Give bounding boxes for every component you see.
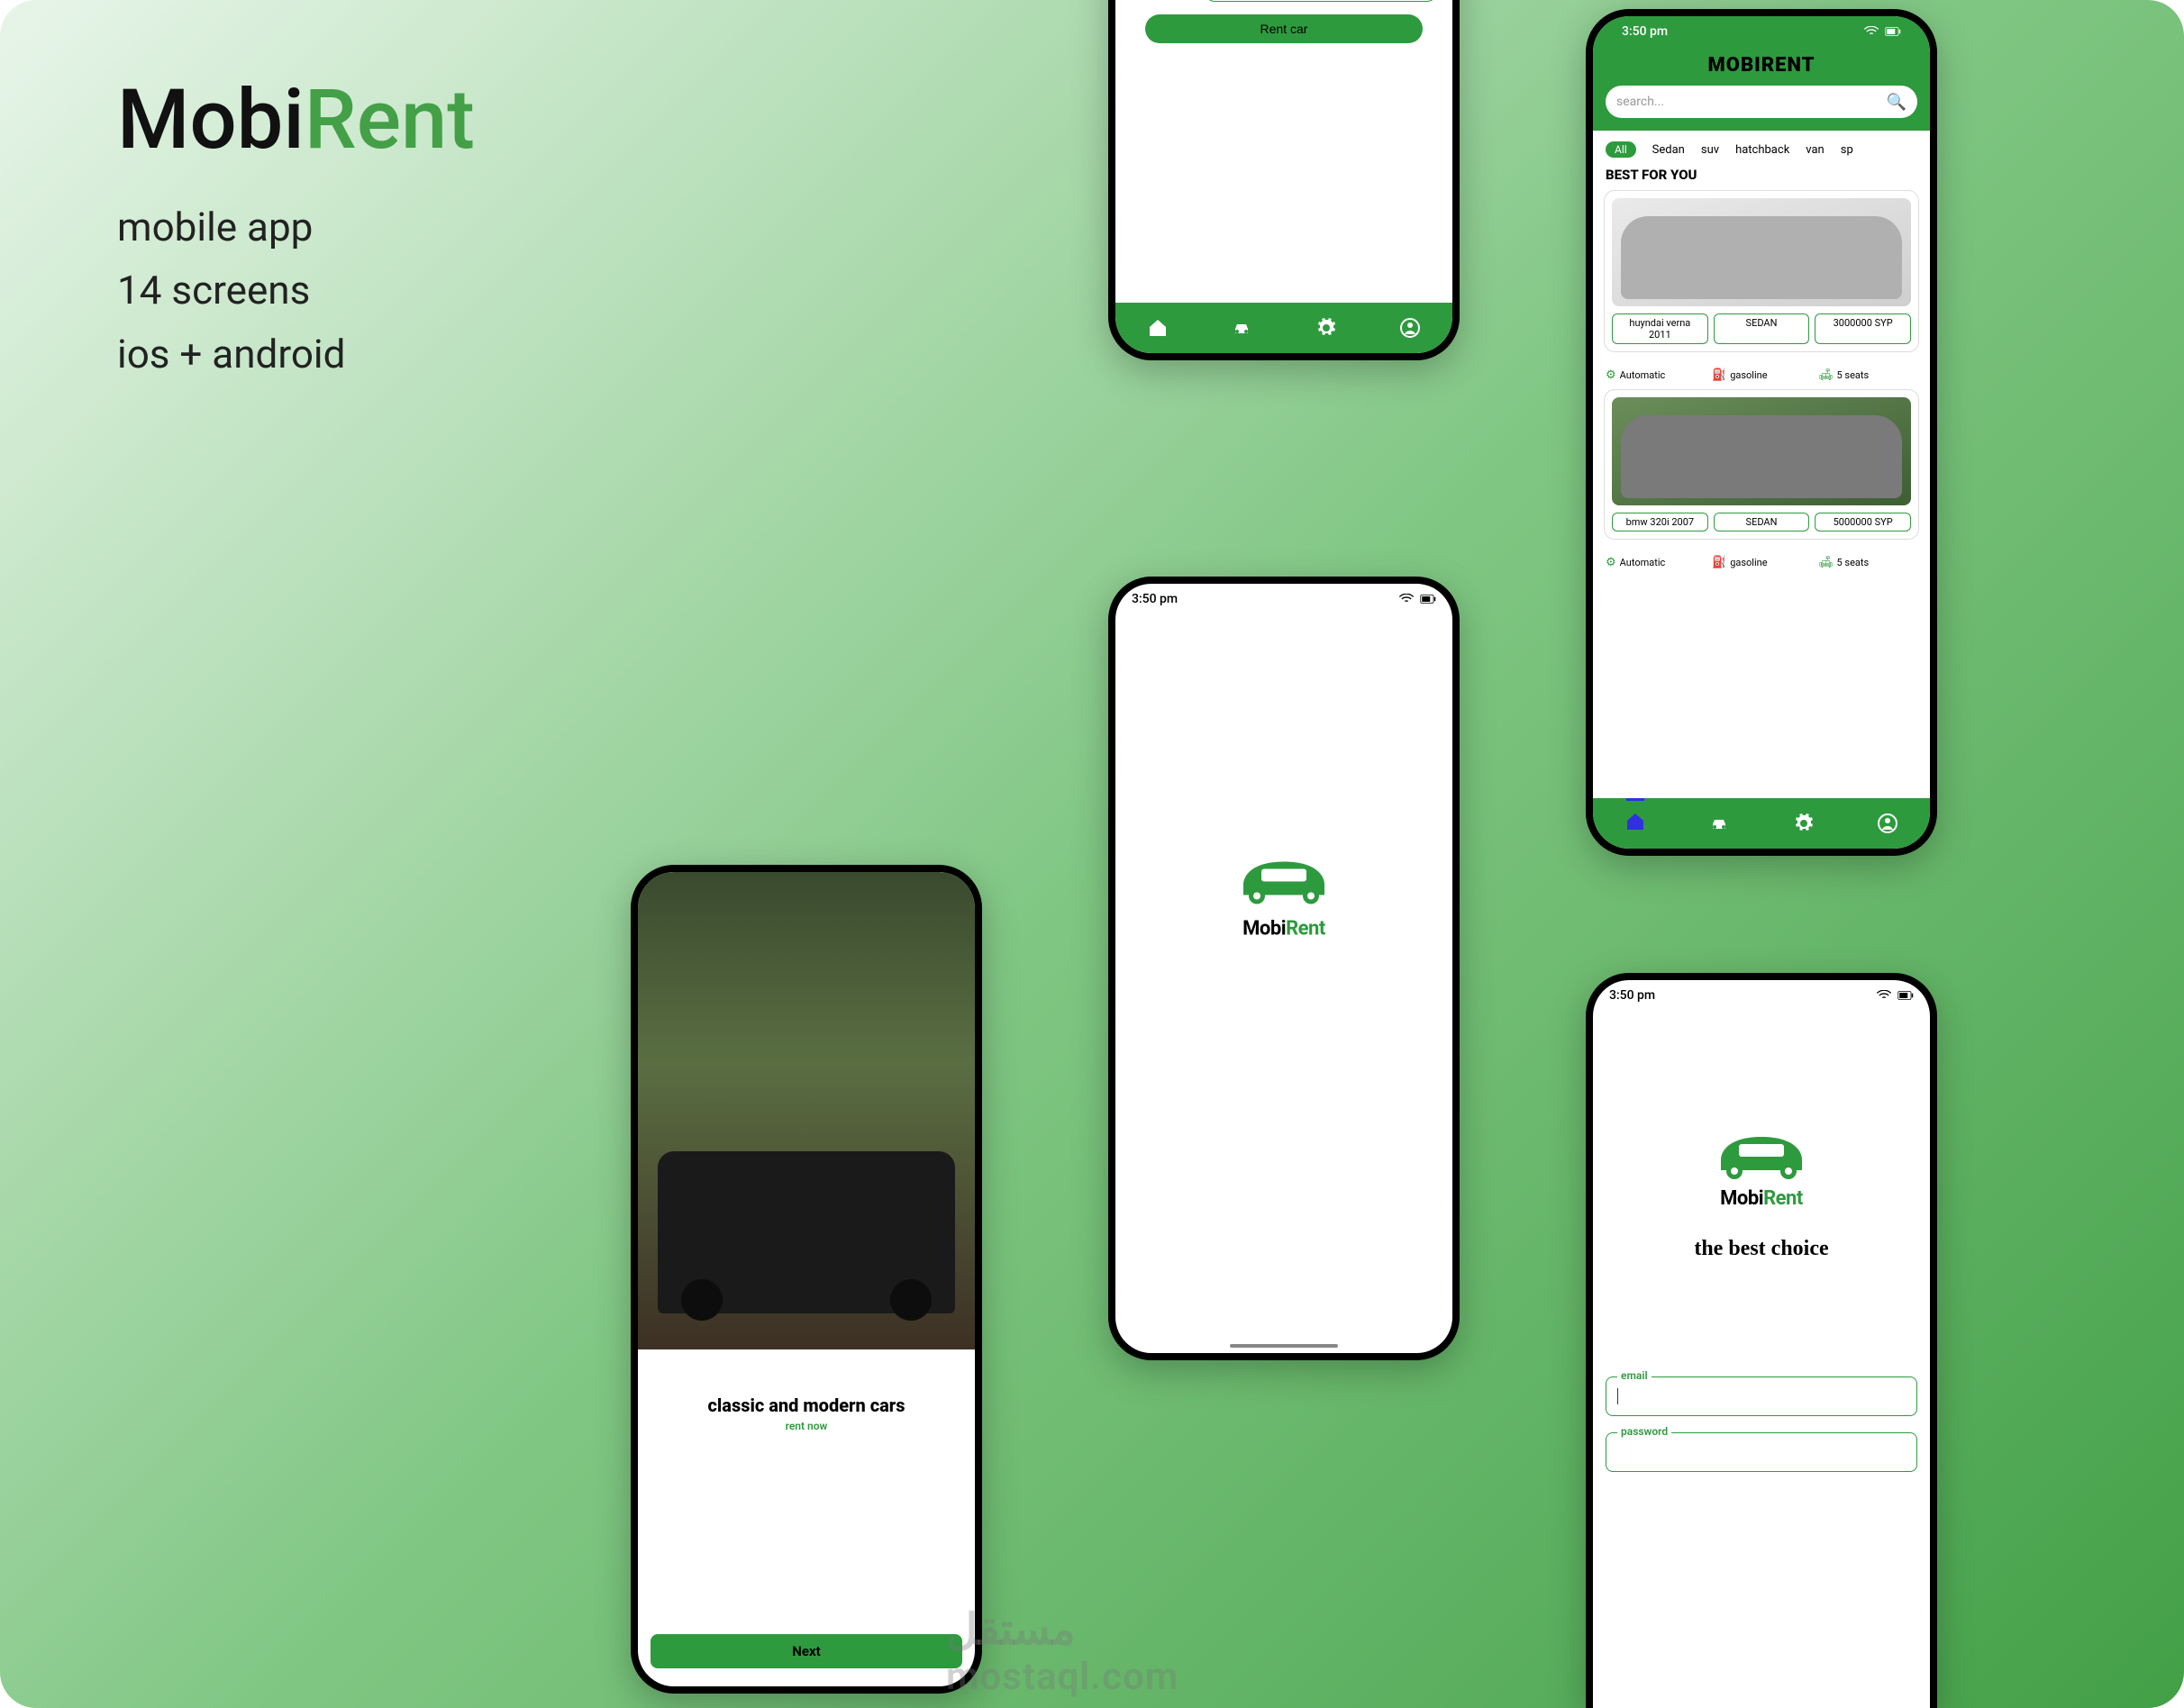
subtitle-2: 14 screens [117,259,475,322]
login-logo-text: MobiRent [1593,1187,1930,1210]
phone-detail: : 190KM/H : 50000 km : 3000000 ★ 4 Car [1108,0,1460,360]
badge-price: 3000000 SYP [1815,313,1911,344]
app-title: MobiRent [117,72,475,168]
car-image [1612,397,1911,505]
home-indicator [1230,1344,1338,1348]
seat-icon: 🛋 [1818,368,1834,382]
gear-shift-icon: ⚙ [1606,368,1616,382]
badge-type: SEDAN [1714,513,1810,531]
seat-icon: 🛋 [1818,556,1834,569]
rent-car-button[interactable]: Rent car [1145,14,1423,43]
subtitle-1: mobile app [117,195,475,259]
home-icon[interactable] [1624,811,1646,832]
battery-icon [1897,990,1914,1001]
watermark: مستقل mostaql.com [946,1604,1178,1699]
filter-chip-all[interactable]: All [1606,141,1636,158]
subtitle-3: ios + android [117,323,475,386]
battery-icon [1420,594,1436,604]
wifi-icon [1876,990,1892,1001]
phone-login: 3:50 pm MobiRent the best choice email [1586,973,1937,1708]
search-input[interactable]: search... 🔍 [1606,86,1917,118]
text-cursor [1617,1388,1618,1404]
login-tagline: the best choice [1593,1237,1930,1261]
onboarding-title: classic and modern cars [638,1395,975,1416]
car-logo-icon [1230,843,1338,906]
phone-splash: 3:50 pm MobiRent [1108,577,1460,1360]
filter-chip-sedan[interactable]: Sedan [1652,143,1685,157]
location-field[interactable]: mazzeh map [1204,0,1438,2]
bottom-nav [1115,303,1452,353]
feat-row: ⚙Automatic ⛽gasoline 🛋5 seats [1593,549,1930,577]
filter-tabs: All Sedan suv hatchback van sp [1593,131,1930,165]
status-bar: 3:50 pm [1115,584,1452,614]
badge-name: huyndai verna 2011 [1612,313,1708,344]
section-title: BEST FOR YOU [1593,165,1930,190]
wifi-icon [1863,26,1879,37]
filter-chip-hatchback[interactable]: hatchback [1735,143,1789,157]
wifi-icon [1398,594,1415,604]
promo-title-block: MobiRent mobile app 14 screens ios + and… [117,72,475,386]
car-card[interactable]: bmw 320i 2007 SEDAN 5000000 SYP [1604,389,1919,540]
onboarding-image [638,872,975,1349]
fuel-icon: ⛽ [1712,368,1726,382]
phone-onboarding: classic and modern cars rent now Next [631,865,982,1694]
filter-chip-van[interactable]: van [1806,143,1824,157]
car-icon[interactable] [1708,813,1730,834]
feat-row: ⚙Automatic ⛽gasoline 🛋5 seats [1593,361,1930,389]
password-field[interactable]: password [1606,1432,1917,1472]
car-image [1612,198,1911,306]
brand-title: MOBIRENT [1606,47,1917,86]
badge-price: 5000000 SYP [1815,513,1911,531]
battery-icon [1885,26,1901,37]
badge-name: bmw 320i 2007 [1612,513,1708,531]
gear-shift-icon: ⚙ [1606,556,1616,569]
user-icon[interactable] [1877,813,1898,834]
status-bar: 3:50 pm [1606,16,1917,47]
badge-type: SEDAN [1714,313,1810,344]
status-bar: 3:50 pm [1593,980,1930,1011]
email-field[interactable]: email [1606,1376,1917,1416]
filter-chip-suv[interactable]: suv [1701,143,1719,157]
gear-icon[interactable] [1793,813,1815,834]
home-icon[interactable] [1147,317,1169,339]
phone-listing: 3:50 pm MOBIRENT search... 🔍 All Sedan s… [1586,9,1937,856]
onboarding-sub: rent now [638,1420,975,1432]
gear-icon[interactable] [1315,317,1337,339]
car-logo-icon [1707,1119,1815,1182]
splash-logo-text: MobiRent [1230,917,1338,940]
fuel-icon: ⛽ [1712,556,1726,569]
car-icon[interactable] [1231,317,1252,339]
car-card[interactable]: huyndai verna 2011 SEDAN 3000000 SYP [1604,190,1919,352]
search-icon[interactable]: 🔍 [1887,93,1906,112]
filter-chip-sp[interactable]: sp [1841,143,1853,157]
next-button[interactable]: Next [651,1634,962,1668]
user-icon[interactable] [1399,317,1421,339]
bottom-nav [1593,798,1930,849]
